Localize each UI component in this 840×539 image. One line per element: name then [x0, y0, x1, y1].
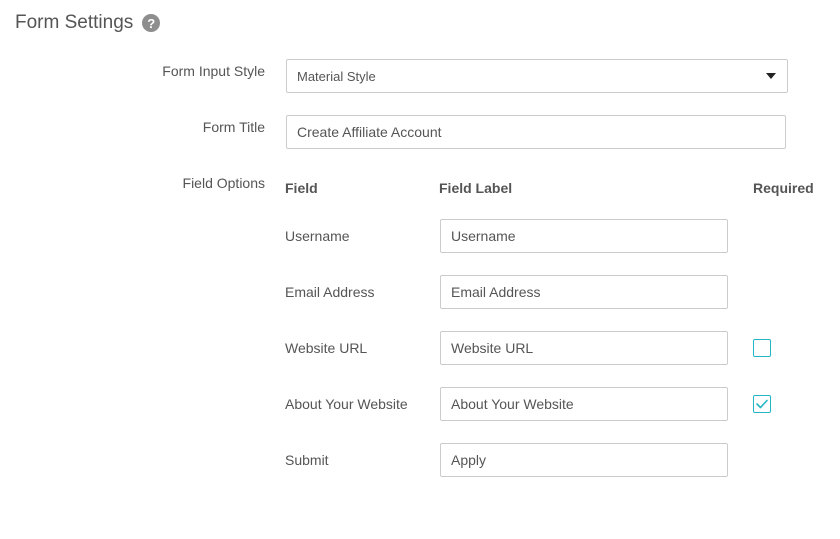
- field-name: Submit: [285, 452, 329, 468]
- column-header-field: Field: [285, 180, 318, 196]
- form-input-style-value: Material Style: [297, 68, 376, 84]
- column-header-field-label: Field Label: [439, 180, 513, 196]
- page-title-text: Form Settings: [15, 12, 134, 33]
- form-title-input[interactable]: [286, 115, 786, 149]
- about-your-website-required-checkbox[interactable]: [753, 395, 771, 413]
- field-options-label: Field Options: [182, 175, 265, 191]
- page-title: Form Settings ?: [15, 12, 161, 34]
- field-name: Website URL: [285, 340, 368, 356]
- about-your-website-label-input[interactable]: [440, 387, 728, 421]
- website-url-required-checkbox[interactable]: [753, 339, 771, 357]
- help-icon[interactable]: ?: [142, 14, 161, 32]
- checkmark-icon: [756, 399, 768, 409]
- form-input-style-label: Form Input Style: [162, 63, 265, 79]
- website-url-label-input[interactable]: [440, 331, 728, 365]
- field-name: Username: [285, 228, 350, 244]
- field-name: About Your Website: [285, 396, 408, 412]
- caret-down-icon: [766, 73, 776, 79]
- field-name: Email Address: [285, 284, 375, 300]
- form-input-style-select[interactable]: Material Style: [286, 59, 788, 93]
- email-address-label-input[interactable]: [440, 275, 728, 309]
- form-title-label: Form Title: [202, 119, 265, 135]
- column-header-required: Required: [753, 180, 814, 196]
- username-label-input[interactable]: [440, 219, 728, 253]
- submit-label-input[interactable]: [440, 443, 728, 477]
